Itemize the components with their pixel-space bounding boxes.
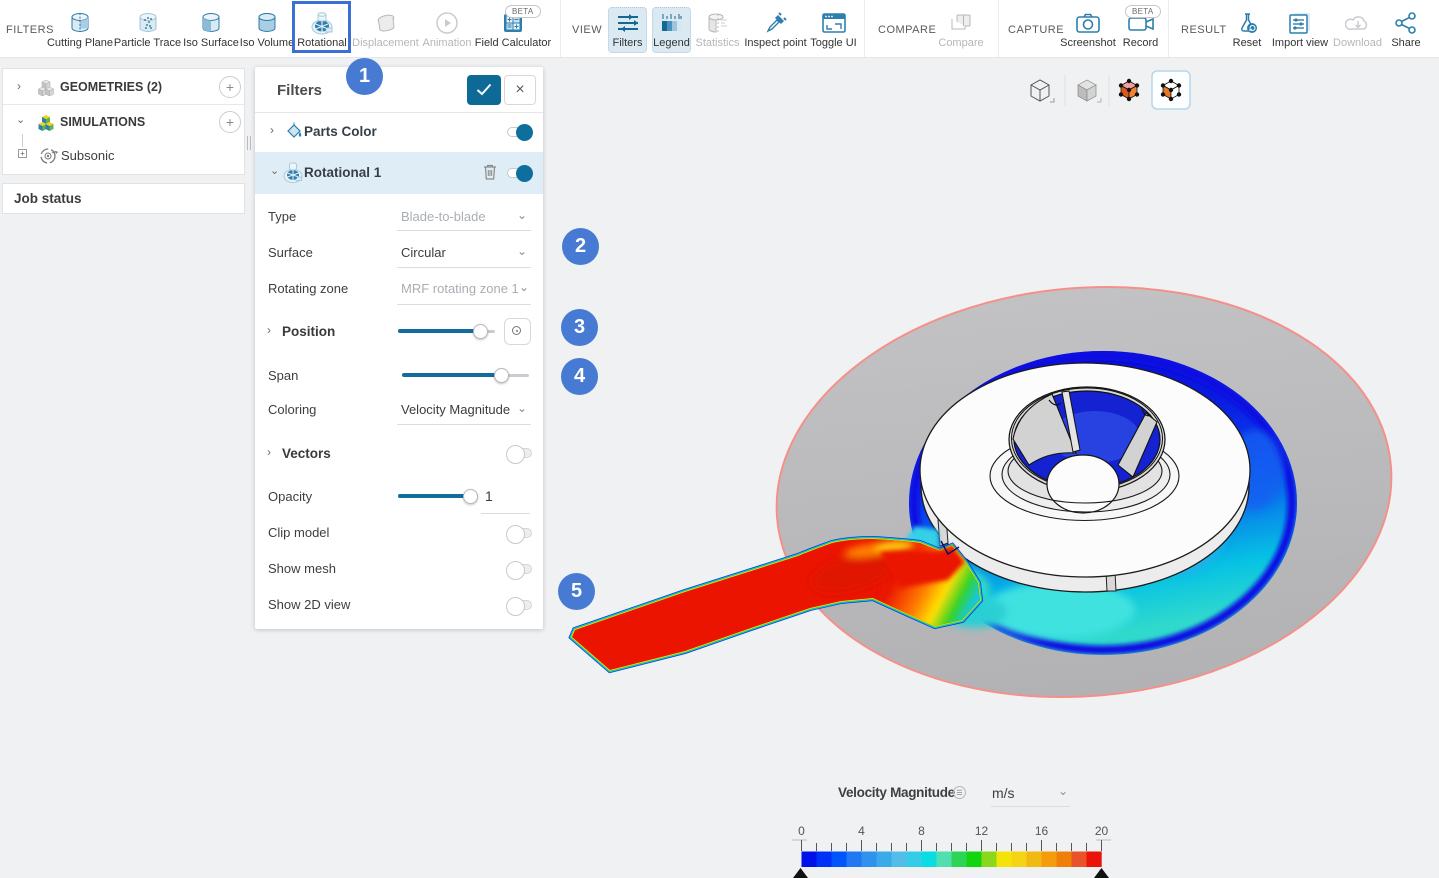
svg-text:0: 0: [798, 824, 805, 838]
svg-text:8: 8: [918, 824, 925, 838]
svg-text:20: 20: [1095, 824, 1109, 838]
svg-text:4: 4: [858, 824, 865, 838]
svg-text:12: 12: [975, 824, 989, 838]
svg-text:16: 16: [1035, 824, 1049, 838]
